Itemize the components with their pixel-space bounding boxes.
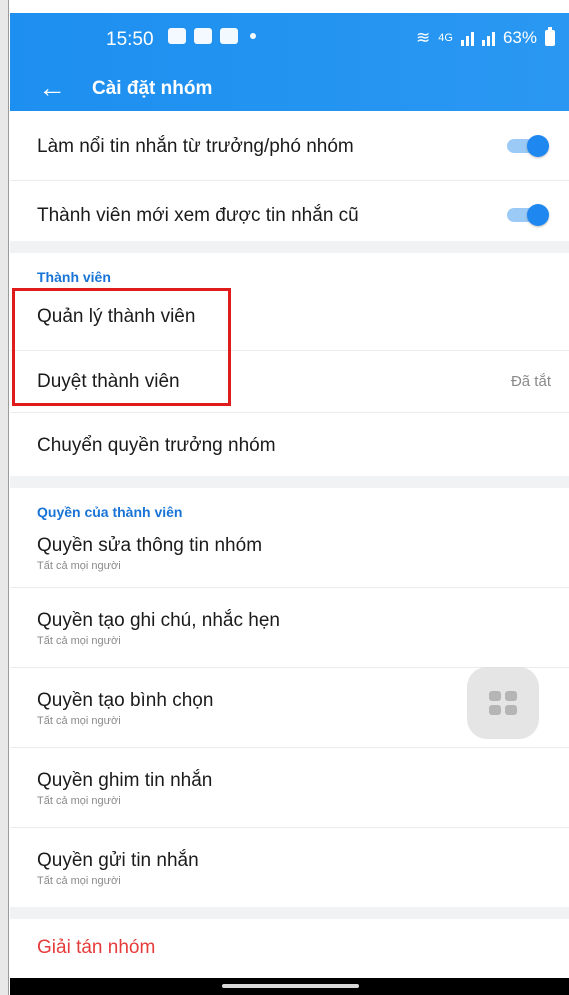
- home-indicator[interactable]: [222, 984, 359, 988]
- permission-scope: Tất cả mọi người: [37, 715, 121, 727]
- more-dot-icon: [250, 33, 256, 39]
- disband-group-label: Giải tán nhóm: [37, 937, 156, 958]
- manage-members-item[interactable]: Quản lý thành viên: [10, 288, 569, 351]
- page-title: Cài đặt nhóm: [92, 78, 213, 99]
- permission-scope: Tất cả mọi người: [37, 875, 121, 887]
- members-section-header: Thành viên: [10, 253, 569, 288]
- setting-highlight-admin-messages[interactable]: Làm nổi tin nhắn từ trưởng/phó nhóm: [10, 111, 569, 181]
- permission-label: Quyền tạo bình chọn: [37, 690, 214, 711]
- disband-group-item[interactable]: Giải tán nhóm: [10, 919, 569, 979]
- status-notification-icons: [168, 28, 256, 44]
- item-label: Duyệt thành viên: [37, 371, 180, 392]
- section-title: Quyền của thành viên: [37, 504, 183, 520]
- battery-percent: 63%: [502, 28, 537, 47]
- navigation-bar: [10, 978, 569, 995]
- wifi-icon: ≋: [416, 28, 431, 47]
- toggle-switch-icon[interactable]: [507, 135, 549, 157]
- settings-content: Làm nổi tin nhắn từ trưởng/phó nhóm Thàn…: [10, 111, 569, 979]
- top-cropped-text-strip: [0, 0, 569, 13]
- message-icon: [220, 28, 238, 44]
- app-bar: ← Cài đặt nhóm: [10, 66, 569, 111]
- section-title: Thành viên: [37, 269, 111, 285]
- permission-edit-group-info[interactable]: Quyền sửa thông tin nhóm Tất cả mọi ngườ…: [10, 523, 569, 588]
- section-divider: [10, 241, 569, 253]
- gallery-icon: [168, 28, 186, 44]
- video-icon: [194, 28, 212, 44]
- permission-scope: Tất cả mọi người: [37, 560, 121, 572]
- phone-screen: 15:50 ≋ 4G 63% ← Cài đặt nhóm Làm nổi ti…: [10, 13, 569, 995]
- permission-create-notes[interactable]: Quyền tạo ghi chú, nhắc hẹn Tất cả mọi n…: [10, 588, 569, 668]
- setting-label: Làm nổi tin nhắn từ trưởng/phó nhóm: [37, 136, 354, 157]
- section-divider: [10, 476, 569, 488]
- permission-pin-messages[interactable]: Quyền ghim tin nhắn Tất cả mọi người: [10, 748, 569, 828]
- left-edge-bar: [0, 0, 9, 995]
- item-label: Quản lý thành viên: [37, 306, 196, 327]
- permission-send-messages[interactable]: Quyền gửi tin nhắn Tất cả mọi người: [10, 828, 569, 907]
- status-bar: 15:50 ≋ 4G 63%: [10, 13, 569, 66]
- permissions-section-header: Quyền của thành viên: [10, 488, 569, 523]
- signal-bars-icon: [460, 30, 474, 46]
- status-right: ≋ 4G 63%: [416, 27, 555, 48]
- item-status-value: Đã tắt: [510, 373, 551, 390]
- back-arrow-icon[interactable]: ←: [38, 74, 66, 102]
- permission-label: Quyền sửa thông tin nhóm: [37, 535, 263, 556]
- item-label: Chuyển quyền trưởng nhóm: [37, 435, 276, 456]
- section-divider: [10, 907, 569, 919]
- permission-scope: Tất cả mọi người: [37, 795, 121, 807]
- permission-label: Quyền ghim tin nhắn: [37, 770, 213, 791]
- network-type: 4G: [438, 32, 453, 44]
- approve-members-item[interactable]: Duyệt thành viên Đã tắt: [10, 351, 569, 413]
- setting-label: Thành viên mới xem được tin nhắn cũ: [37, 205, 359, 226]
- battery-icon: [545, 27, 555, 46]
- permission-scope: Tất cả mọi người: [37, 635, 121, 647]
- status-time: 15:50: [106, 29, 154, 50]
- permission-label: Quyền gửi tin nhắn: [37, 850, 199, 871]
- permission-label: Quyền tạo ghi chú, nhắc hẹn: [37, 610, 280, 631]
- toggle-switch-icon[interactable]: [507, 204, 549, 226]
- grid-menu-icon[interactable]: [467, 667, 539, 739]
- signal-bars-icon-2: [481, 30, 495, 46]
- setting-new-members-see-old-messages[interactable]: Thành viên mới xem được tin nhắn cũ: [10, 181, 569, 241]
- transfer-leader-item[interactable]: Chuyển quyền trưởng nhóm: [10, 413, 569, 476]
